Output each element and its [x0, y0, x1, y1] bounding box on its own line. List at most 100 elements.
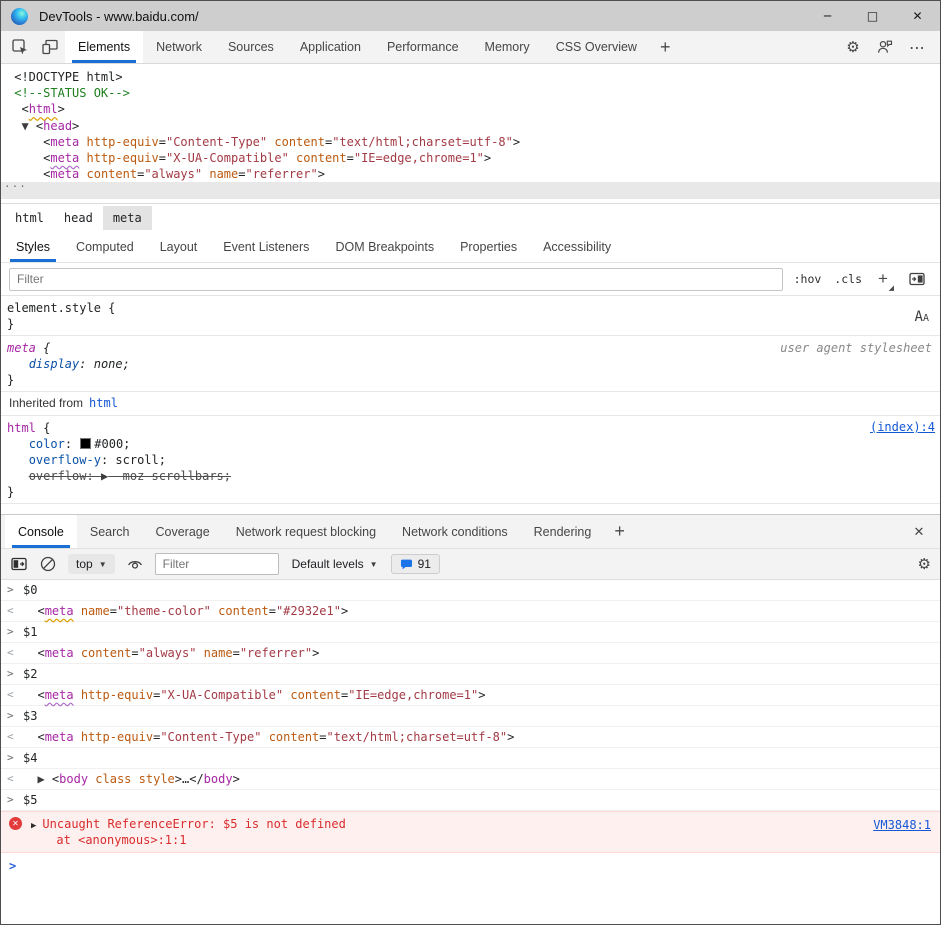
inherited-from-row: Inherited from html [1, 392, 940, 416]
console-input-row[interactable]: >$2 [1, 664, 940, 685]
inherited-from-label: Inherited from [9, 396, 83, 410]
css-rule-line: } [7, 484, 940, 500]
input-chevron-icon: > [7, 750, 23, 766]
tab-performance[interactable]: Performance [374, 31, 472, 63]
user-agent-style-section[interactable]: user agent stylesheet meta { display: no… [1, 336, 940, 392]
font-editor-icon[interactable]: AA [915, 311, 929, 325]
dom-node-head[interactable]: ▼ <head> [1, 118, 940, 134]
breadcrumb-head[interactable]: head [54, 206, 103, 230]
live-expression-eye-icon[interactable] [126, 555, 144, 573]
console-prompt-row[interactable]: > [1, 853, 940, 879]
tab-layout[interactable]: Layout [147, 232, 211, 262]
panel-gap [1, 504, 940, 514]
input-chevron-icon: > [7, 582, 23, 598]
titlebar: DevTools - www.baidu.com/ ─ □ ✕ [1, 1, 940, 31]
console-output-row[interactable]: < <meta content="always" name="referrer"… [1, 643, 940, 664]
console-output-row[interactable]: < <meta http-equiv="X-UA-Compatible" con… [1, 685, 940, 706]
context-value: top [76, 557, 93, 571]
maximize-button[interactable]: □ [850, 1, 895, 31]
clear-console-icon[interactable] [39, 555, 57, 573]
console-command: $1 [23, 624, 37, 640]
inspect-element-icon[interactable] [5, 31, 35, 63]
element-style-section[interactable]: element.style { } AA [1, 296, 940, 336]
console-output-row[interactable]: < <meta name="theme-color" content="#293… [1, 601, 940, 622]
dom-node-meta-xua[interactable]: <meta http-equiv="X-UA-Compatible" conte… [1, 150, 940, 166]
css-rule-line: element.style { [7, 300, 940, 316]
log-levels-dropdown[interactable]: Default levels ▼ [290, 554, 380, 574]
console-input-row[interactable]: >$0 [1, 580, 940, 601]
tab-console[interactable]: Console [5, 515, 77, 548]
node-more-actions-icon[interactable]: ··· [4, 179, 27, 195]
add-tab-icon[interactable]: + [650, 31, 681, 63]
tab-elements[interactable]: Elements [65, 31, 143, 63]
prompt-chevron-icon: > [9, 858, 16, 874]
css-rule-line: html { [7, 420, 940, 436]
add-drawer-tab-icon[interactable]: + [604, 515, 635, 548]
console-input-row[interactable]: >$3 [1, 706, 940, 727]
expand-triangle-icon[interactable]: ▶ [31, 818, 36, 834]
tab-search[interactable]: Search [77, 515, 143, 548]
error-source-link[interactable]: VM3848:1 [873, 817, 931, 833]
css-rule-line: color: #000; [7, 436, 940, 452]
dom-node-doctype[interactable]: <!DOCTYPE html> [1, 69, 940, 85]
breadcrumb-meta[interactable]: meta [103, 206, 152, 230]
tab-network-request-blocking[interactable]: Network request blocking [223, 515, 389, 548]
dom-node-html[interactable]: <html> [1, 101, 940, 117]
console-output-row[interactable]: < <meta http-equiv="Content-Type" conten… [1, 727, 940, 748]
console-settings-gear-icon[interactable]: ⚙ [918, 555, 931, 573]
chevron-down-icon: ▼ [99, 560, 107, 569]
pseudo-state-toggle[interactable]: :hov [792, 270, 824, 288]
feedback-icon[interactable] [870, 38, 900, 56]
console-error-row[interactable]: ✕ ▶ Uncaught ReferenceError: $5 is not d… [1, 811, 940, 853]
corner-caret-icon: ◢ [889, 284, 894, 292]
tab-dom-breakpoints[interactable]: DOM Breakpoints [322, 232, 447, 262]
input-chevron-icon: > [7, 624, 23, 640]
styles-filter-input[interactable] [9, 268, 783, 291]
tab-accessibility[interactable]: Accessibility [530, 232, 624, 262]
error-icon: ✕ [9, 817, 22, 830]
inherited-from-link[interactable]: html [89, 396, 118, 410]
javascript-context-dropdown[interactable]: top ▼ [68, 554, 115, 574]
tab-coverage[interactable]: Coverage [142, 515, 222, 548]
dom-node-meta-referrer[interactable]: <meta content="always" name="referrer"> [1, 166, 940, 182]
tab-computed[interactable]: Computed [63, 232, 147, 262]
device-toolbar-icon[interactable] [35, 31, 65, 63]
tab-network[interactable]: Network [143, 31, 215, 63]
html-style-section[interactable]: (index):4 html { color: #000; overflow-y… [1, 416, 940, 504]
more-options-icon[interactable]: ⋯ [902, 38, 932, 57]
tab-sources[interactable]: Sources [215, 31, 287, 63]
console-input-row[interactable]: >$5 [1, 790, 940, 811]
stylesheet-source-link[interactable]: (index):4 [870, 420, 935, 434]
tab-event-listeners[interactable]: Event Listeners [210, 232, 322, 262]
console-input-row[interactable]: >$1 [1, 622, 940, 643]
console-result: <meta http-equiv="Content-Type" content=… [23, 729, 514, 745]
close-drawer-icon[interactable]: ✕ [902, 515, 936, 548]
dom-node-meta-content-type[interactable]: <meta http-equiv="Content-Type" content=… [1, 134, 940, 150]
tab-memory[interactable]: Memory [472, 31, 543, 63]
devtools-window: DevTools - www.baidu.com/ ─ □ ✕ Elements… [0, 0, 941, 925]
close-button[interactable]: ✕ [895, 1, 940, 31]
tab-network-conditions[interactable]: Network conditions [389, 515, 521, 548]
minimize-button[interactable]: ─ [805, 1, 850, 31]
console-input-row[interactable]: >$4 [1, 748, 940, 769]
dom-node-meta-theme-color-selected[interactable]: ··· <meta name="theme-color" content="#2… [1, 182, 940, 198]
breadcrumb-html[interactable]: html [5, 206, 54, 230]
settings-gear-icon[interactable]: ⚙ [838, 38, 868, 56]
tab-properties[interactable]: Properties [447, 232, 530, 262]
styles-filter-bar: :hov .cls +◢ [1, 263, 940, 296]
tab-css-overview[interactable]: CSS Overview [543, 31, 650, 63]
console-result: ▶ <body class style>…</body> [23, 771, 240, 787]
dom-node-comment[interactable]: <!--STATUS OK--> [1, 85, 940, 101]
element-class-toggle[interactable]: .cls [832, 270, 864, 288]
console-messages-badge[interactable]: 91 [391, 554, 440, 574]
console-filter-input[interactable] [155, 553, 279, 575]
tab-styles[interactable]: Styles [3, 232, 63, 262]
tab-rendering[interactable]: Rendering [521, 515, 605, 548]
toggle-computed-sidebar-icon[interactable] [902, 270, 932, 288]
input-chevron-icon: > [7, 792, 23, 808]
console-output-row[interactable]: < ▶ <body class style>…</body> [1, 769, 940, 790]
tab-application[interactable]: Application [287, 31, 374, 63]
new-style-rule-button[interactable]: +◢ [873, 269, 893, 289]
css-rule-line: } [7, 316, 940, 332]
console-sidebar-toggle-icon[interactable] [10, 555, 28, 573]
